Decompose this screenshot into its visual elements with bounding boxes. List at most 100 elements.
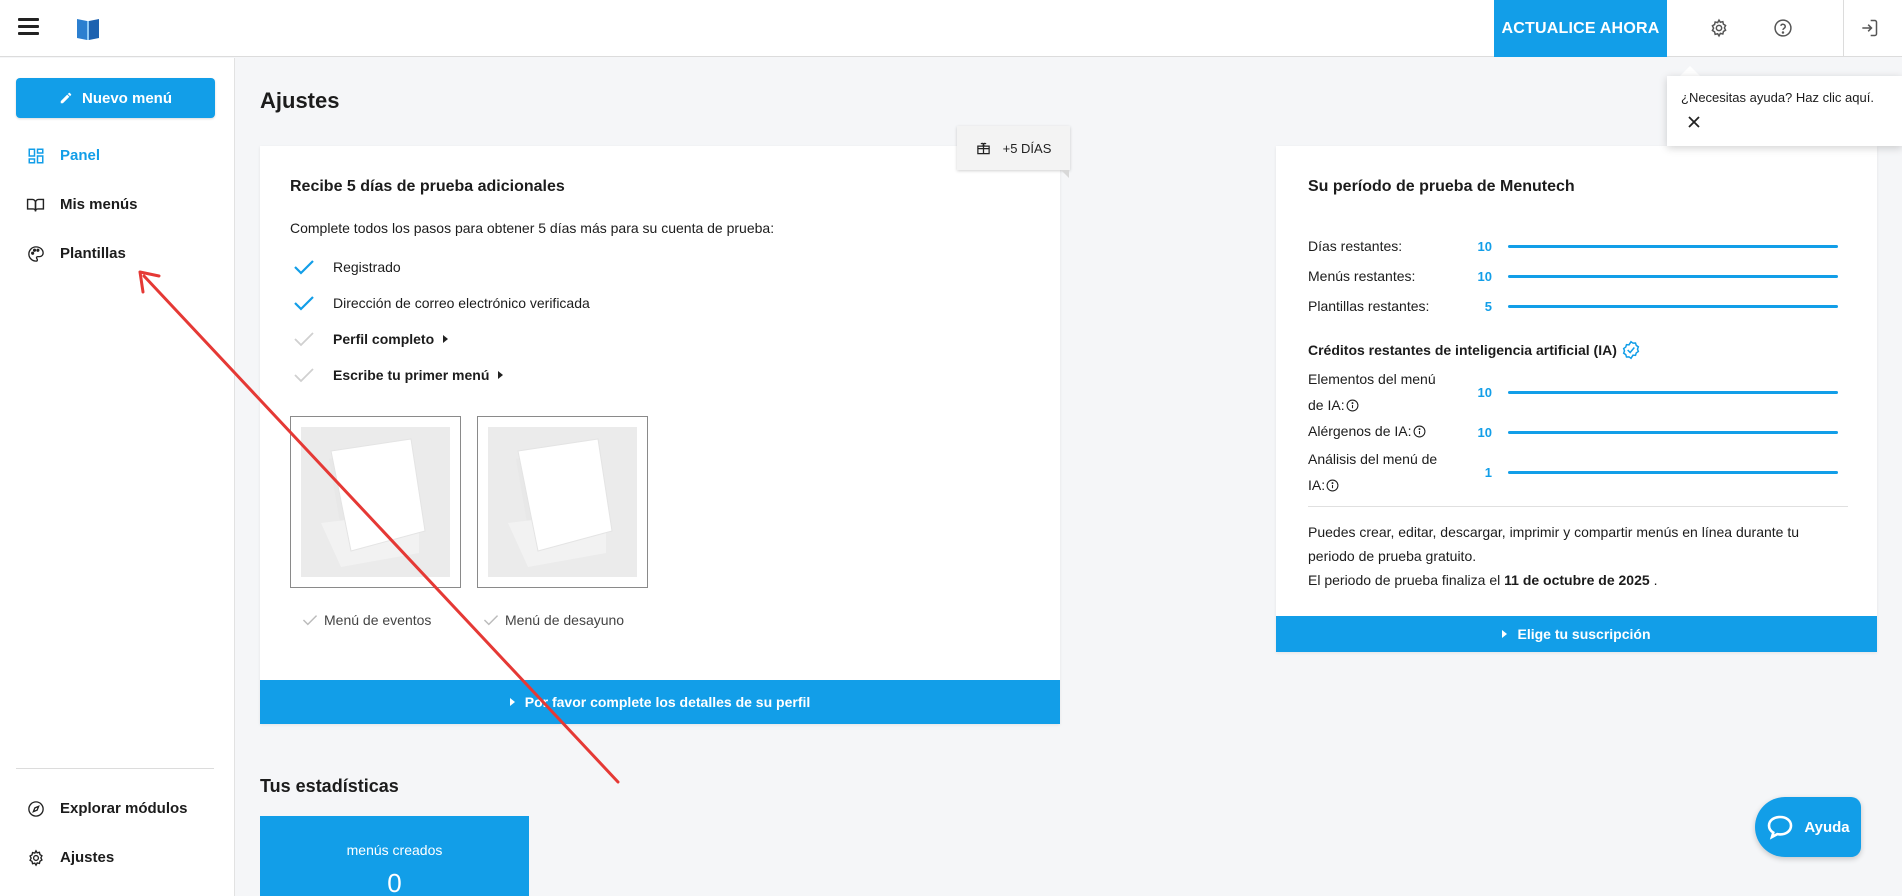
checkmark-icon: [294, 332, 314, 347]
info-icon[interactable]: [1346, 399, 1359, 412]
template-events-label: Menú de eventos: [302, 612, 431, 628]
trial-description: Puedes crear, editar, descargar, imprimi…: [1308, 520, 1799, 592]
dashboard-icon: [26, 146, 45, 165]
trial-end-suffix: .: [1653, 572, 1658, 588]
help-tooltip: ¿Necesitas ayuda? Haz clic aquí.: [1667, 76, 1902, 146]
templates-remaining-value: 5: [1484, 299, 1492, 314]
ai-menu-items-bar: [1508, 391, 1838, 394]
trial-period-title: Su período de prueba de Menutech: [1308, 178, 1575, 195]
gear-icon[interactable]: [1705, 14, 1733, 42]
topbar-divider: [1843, 0, 1844, 57]
sidebar-item-label: Plantillas: [60, 245, 126, 262]
checkmark-icon: [294, 296, 314, 311]
trial-desc-line2: periodo de prueba gratuito.: [1308, 548, 1477, 564]
verified-badge-icon: [1622, 340, 1640, 360]
extra-trial-title: Recibe 5 días de prueba adicionales: [290, 178, 565, 195]
new-menu-button[interactable]: Nuevo menú: [16, 78, 215, 118]
logout-icon[interactable]: [1855, 14, 1883, 42]
new-menu-label: Nuevo menú: [81, 89, 172, 107]
sidebar-divider: [16, 768, 214, 769]
hamburger-menu-icon[interactable]: [18, 18, 39, 35]
sidebar-item-panel[interactable]: Panel: [26, 146, 100, 165]
menus-created-card: menús creados 0: [260, 816, 529, 896]
help-circle-icon[interactable]: [1769, 14, 1797, 42]
extra-trial-subtitle: Complete todos los pasos para obtener 5 …: [290, 220, 775, 236]
ai-menu-items-value: 10: [1477, 385, 1492, 400]
template-thumbnail-breakfast[interactable]: [477, 416, 648, 588]
help-chat-button[interactable]: Ayuda: [1755, 797, 1861, 857]
pencil-icon: [60, 92, 72, 104]
tooltip-text[interactable]: ¿Necesitas ayuda? Haz clic aquí.: [1681, 90, 1874, 105]
choose-subscription-label: Elige tu suscripción: [1517, 626, 1651, 642]
checkmark-icon: [302, 615, 318, 626]
caret-right-icon: [509, 698, 515, 706]
ai-menu-analysis-value: 1: [1484, 465, 1492, 480]
page-title: Ajustes: [260, 88, 340, 113]
badge-tail: [1061, 170, 1069, 178]
thumbnail-label: Menú de eventos: [324, 612, 432, 628]
step-label: Dirección de correo electrónico verifica…: [333, 295, 590, 311]
help-label: Ayuda: [1804, 818, 1850, 836]
sidebar-item-label: Mis menús: [60, 196, 138, 213]
ai-row-label-line2: de IA:: [1308, 397, 1345, 413]
step-complete-profile[interactable]: Perfil completo: [293, 331, 449, 347]
sidebar-item-my-menus[interactable]: Mis menús: [26, 195, 138, 214]
ai-row-label-line1: Alérgenos de IA:: [1308, 423, 1412, 439]
info-icon[interactable]: [1413, 425, 1426, 438]
choose-subscription-button[interactable]: Elige tu suscripción: [1276, 616, 1877, 652]
open-book-icon: [26, 195, 45, 214]
checkmark-icon: [294, 260, 314, 275]
step-label: Escribe tu primer menú: [333, 367, 490, 383]
paper-stack-icon: [321, 438, 426, 567]
ai-allergens-bar: [1508, 431, 1838, 434]
info-icon[interactable]: [1326, 479, 1339, 492]
menus-created-label: menús creados: [346, 842, 443, 858]
close-icon[interactable]: [1688, 116, 1700, 128]
ai-menu-items-label: Elementos del menú de IA:: [1308, 366, 1436, 418]
ai-allergens-label: Alérgenos de IA:: [1308, 418, 1426, 444]
menus-remaining-bar: [1508, 275, 1838, 278]
stats-title: Tus estadísticas: [260, 776, 399, 796]
badge-label: +5 DÍAS: [1002, 140, 1052, 156]
sidebar-item-label: Explorar módulos: [60, 800, 188, 817]
ai-menu-analysis-bar: [1508, 471, 1838, 474]
caret-right-icon: [443, 335, 449, 343]
days-remaining-bar: [1508, 245, 1838, 248]
tooltip-arrow: [1680, 66, 1700, 76]
sidebar-item-settings[interactable]: Ajustes: [26, 848, 114, 867]
ai-row-label-line2: IA:: [1308, 477, 1326, 493]
days-remaining-value: 10: [1477, 239, 1492, 254]
thumbnail-label: Menú de desayuno: [505, 612, 625, 628]
extra-days-badge: +5 DÍAS: [957, 126, 1070, 170]
compass-icon: [26, 799, 45, 818]
checkmark-icon: [294, 368, 314, 383]
sidebar-item-templates[interactable]: Plantillas: [26, 244, 126, 263]
menutech-logo-icon[interactable]: [74, 14, 102, 42]
ai-allergens-value: 10: [1477, 425, 1492, 440]
template-breakfast-label: Menú de desayuno: [483, 612, 624, 628]
complete-profile-button[interactable]: Por favor complete los detalles de su pe…: [260, 680, 1060, 724]
templates-remaining-label: Plantillas restantes:: [1308, 298, 1430, 314]
step-email-verified: Dirección de correo electrónico verifica…: [293, 295, 590, 311]
template-thumbnail-events[interactable]: [290, 416, 461, 588]
upgrade-now-button[interactable]: ACTUALICE AHORA: [1494, 0, 1667, 57]
menus-remaining-label: Menús restantes:: [1308, 268, 1416, 284]
sidebar-item-label: Ajustes: [60, 849, 115, 866]
complete-profile-label: Por favor complete los detalles de su pe…: [524, 694, 811, 710]
menus-created-value: 0: [387, 868, 402, 896]
step-first-menu[interactable]: Escribe tu primer menú: [293, 367, 504, 383]
trial-end-date: 11 de octubre de 2025: [1504, 572, 1650, 588]
step-registered: Registrado: [293, 259, 401, 275]
step-label: Registrado: [333, 259, 401, 275]
menus-remaining-value: 10: [1477, 269, 1492, 284]
ai-menu-analysis-label: Análisis del menú de IA:: [1308, 446, 1437, 498]
top-bar: ACTUALICE AHORA: [0, 0, 1902, 57]
days-remaining-label: Días restantes:: [1308, 238, 1403, 254]
gear-icon: [26, 848, 45, 867]
sidebar-item-explore-modules[interactable]: Explorar módulos: [26, 799, 188, 818]
chat-bubble-icon: [1768, 815, 1793, 840]
sidebar: Nuevo menú Panel Mis menús Plantillas Ex…: [0, 58, 235, 896]
ai-row-label-line1: Elementos del menú: [1308, 371, 1436, 387]
palette-icon: [26, 244, 45, 263]
templates-remaining-bar: [1508, 305, 1838, 308]
